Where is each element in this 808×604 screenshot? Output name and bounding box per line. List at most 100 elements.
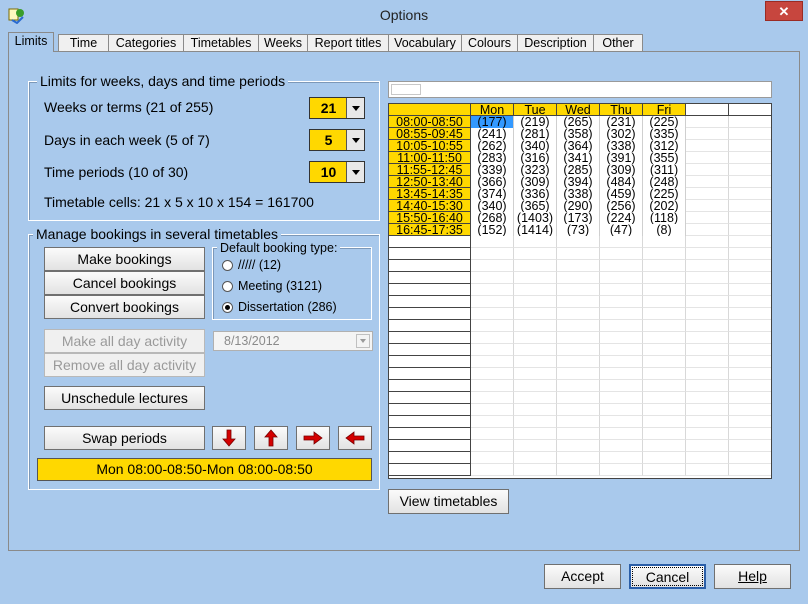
- empty-grid-cell[interactable]: [600, 392, 643, 404]
- empty-grid-cell[interactable]: [686, 164, 729, 176]
- empty-grid-cell[interactable]: [557, 404, 600, 416]
- tab-report-titles[interactable]: Report titles: [307, 34, 389, 51]
- empty-grid-cell[interactable]: [600, 296, 643, 308]
- empty-grid-cell[interactable]: [686, 308, 729, 320]
- empty-grid-cell[interactable]: [600, 380, 643, 392]
- empty-time-cell[interactable]: [389, 368, 471, 380]
- empty-grid-cell[interactable]: [514, 248, 557, 260]
- empty-time-cell[interactable]: [389, 440, 471, 452]
- empty-grid-cell[interactable]: [643, 464, 686, 476]
- empty-grid-cell[interactable]: [686, 320, 729, 332]
- tab-colours[interactable]: Colours: [461, 34, 518, 51]
- empty-grid-cell[interactable]: [729, 416, 771, 428]
- empty-grid-cell[interactable]: [600, 416, 643, 428]
- chevron-down-icon[interactable]: [346, 162, 364, 182]
- make-all-day-activity-button[interactable]: Make all day activity: [44, 329, 205, 353]
- empty-grid-cell[interactable]: [729, 116, 771, 128]
- empty-grid-cell[interactable]: [514, 272, 557, 284]
- empty-time-cell[interactable]: [389, 356, 471, 368]
- tab-limits[interactable]: Limits: [8, 32, 54, 52]
- empty-grid-cell[interactable]: [686, 392, 729, 404]
- empty-grid-cell[interactable]: [729, 188, 771, 200]
- empty-time-cell[interactable]: [389, 308, 471, 320]
- timetable-grid[interactable]: Mon Tue Wed Thu Fri 08:00-08:50 (177) (219) (265…: [388, 103, 772, 479]
- tab-vocabulary[interactable]: Vocabulary: [388, 34, 462, 51]
- empty-time-cell[interactable]: [389, 452, 471, 464]
- empty-grid-cell[interactable]: [600, 464, 643, 476]
- empty-grid-cell[interactable]: [729, 464, 771, 476]
- tab-other[interactable]: Other: [593, 34, 643, 51]
- empty-grid-cell[interactable]: [686, 188, 729, 200]
- make-bookings-button[interactable]: Make bookings: [44, 247, 205, 271]
- empty-grid-cell[interactable]: [600, 344, 643, 356]
- empty-grid-cell[interactable]: [686, 248, 729, 260]
- empty-grid-cell[interactable]: [729, 128, 771, 140]
- empty-grid-cell[interactable]: [686, 368, 729, 380]
- empty-grid-cell[interactable]: [643, 380, 686, 392]
- empty-grid-cell[interactable]: [729, 320, 771, 332]
- empty-grid-cell[interactable]: [514, 416, 557, 428]
- empty-grid-cell[interactable]: [471, 296, 514, 308]
- empty-grid-cell[interactable]: [557, 428, 600, 440]
- empty-grid-cell[interactable]: [643, 344, 686, 356]
- empty-grid-cell[interactable]: [471, 272, 514, 284]
- empty-grid-cell[interactable]: [686, 140, 729, 152]
- empty-grid-cell[interactable]: [600, 284, 643, 296]
- booking-type-radio-slashes[interactable]: [222, 260, 233, 271]
- empty-grid-cell[interactable]: [514, 380, 557, 392]
- close-button[interactable]: ✕: [765, 1, 803, 21]
- empty-grid-cell[interactable]: [643, 428, 686, 440]
- empty-grid-cell[interactable]: [686, 464, 729, 476]
- empty-time-cell[interactable]: [389, 404, 471, 416]
- empty-grid-cell[interactable]: [686, 260, 729, 272]
- empty-grid-cell[interactable]: [729, 164, 771, 176]
- tab-description[interactable]: Description: [517, 34, 594, 51]
- empty-grid-cell[interactable]: [471, 440, 514, 452]
- empty-grid-cell[interactable]: [729, 344, 771, 356]
- empty-grid-cell[interactable]: [557, 284, 600, 296]
- empty-time-cell[interactable]: [389, 464, 471, 476]
- empty-grid-cell[interactable]: [514, 320, 557, 332]
- empty-grid-cell[interactable]: [729, 368, 771, 380]
- empty-grid-cell[interactable]: [686, 380, 729, 392]
- empty-grid-cell[interactable]: [729, 452, 771, 464]
- empty-grid-cell[interactable]: [514, 236, 557, 248]
- empty-grid-cell[interactable]: [600, 320, 643, 332]
- remove-all-day-activity-button[interactable]: Remove all day activity: [44, 353, 205, 377]
- empty-grid-cell[interactable]: [557, 344, 600, 356]
- empty-grid-cell[interactable]: [514, 440, 557, 452]
- empty-time-cell[interactable]: [389, 296, 471, 308]
- empty-header-cell[interactable]: [729, 104, 771, 116]
- empty-header-cell[interactable]: [686, 104, 729, 116]
- move-right-button[interactable]: [296, 426, 330, 450]
- empty-grid-cell[interactable]: [557, 368, 600, 380]
- empty-grid-cell[interactable]: [514, 332, 557, 344]
- empty-grid-cell[interactable]: [643, 296, 686, 308]
- empty-grid-cell[interactable]: [471, 368, 514, 380]
- empty-grid-cell[interactable]: [514, 260, 557, 272]
- empty-time-cell[interactable]: [389, 416, 471, 428]
- empty-grid-cell[interactable]: [729, 296, 771, 308]
- empty-grid-cell[interactable]: [643, 308, 686, 320]
- empty-grid-cell[interactable]: [729, 200, 771, 212]
- cancel-button[interactable]: Cancel: [629, 564, 706, 589]
- empty-grid-cell[interactable]: [514, 452, 557, 464]
- empty-grid-cell[interactable]: [686, 440, 729, 452]
- empty-grid-cell[interactable]: [729, 176, 771, 188]
- empty-grid-cell[interactable]: [643, 236, 686, 248]
- chevron-down-icon[interactable]: [346, 130, 364, 150]
- chevron-down-icon[interactable]: [346, 98, 364, 118]
- booking-count-cell[interactable]: (47): [600, 224, 643, 236]
- empty-grid-cell[interactable]: [557, 308, 600, 320]
- empty-grid-cell[interactable]: [686, 344, 729, 356]
- move-up-button[interactable]: [254, 426, 288, 450]
- empty-grid-cell[interactable]: [686, 356, 729, 368]
- empty-grid-cell[interactable]: [557, 440, 600, 452]
- empty-grid-cell[interactable]: [514, 308, 557, 320]
- empty-time-cell[interactable]: [389, 248, 471, 260]
- empty-grid-cell[interactable]: [514, 428, 557, 440]
- empty-grid-cell[interactable]: [686, 176, 729, 188]
- empty-grid-cell[interactable]: [471, 416, 514, 428]
- empty-grid-cell[interactable]: [600, 440, 643, 452]
- empty-grid-cell[interactable]: [514, 296, 557, 308]
